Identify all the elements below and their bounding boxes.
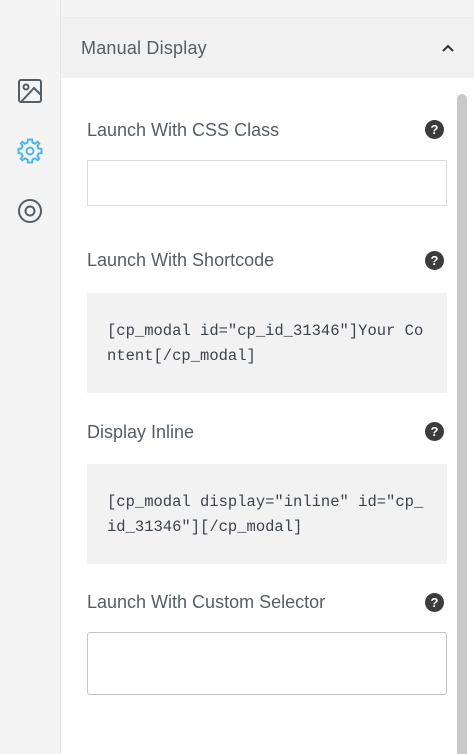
sidebar-nav	[0, 0, 61, 754]
shortcode-code-box[interactable]: [cp_modal id="cp_id_31346"]Your Content[…	[87, 293, 447, 393]
display-inline-help-icon[interactable]: ?	[425, 422, 444, 441]
css-class-label: Launch With CSS Class	[87, 120, 280, 140]
css-class-input-wrapper	[87, 160, 447, 206]
css-class-help-icon[interactable]: ?	[425, 120, 444, 139]
custom-selector-help-icon[interactable]: ?	[425, 593, 444, 612]
css-class-input[interactable]	[88, 161, 446, 205]
manual-display-section-header[interactable]: Manual Display	[61, 18, 474, 78]
display-inline-code-box[interactable]: [cp_modal display="inline" id="cp_id_313…	[87, 464, 447, 564]
sidebar-item-design[interactable]	[15, 76, 45, 106]
custom-selector-input[interactable]	[88, 633, 446, 694]
gear-icon	[17, 138, 43, 164]
custom-selector-input-wrapper	[87, 632, 447, 695]
panel-top-divider	[61, 0, 474, 18]
shortcode-label: Launch With Shortcode	[87, 250, 275, 270]
display-inline-label: Display Inline	[87, 422, 195, 442]
shortcode-help-icon[interactable]: ?	[425, 251, 444, 270]
target-icon	[18, 199, 42, 223]
scrollbar[interactable]	[457, 94, 467, 754]
custom-selector-label: Launch With Custom Selector	[87, 592, 326, 612]
sidebar-item-target[interactable]	[15, 196, 45, 226]
settings-panel: Manual Display Launch With CSS Class ? L…	[61, 0, 474, 754]
sidebar-item-settings[interactable]	[15, 136, 45, 166]
chevron-up-icon[interactable]	[440, 40, 456, 56]
section-title: Manual Display	[81, 37, 207, 58]
image-icon	[18, 79, 42, 103]
